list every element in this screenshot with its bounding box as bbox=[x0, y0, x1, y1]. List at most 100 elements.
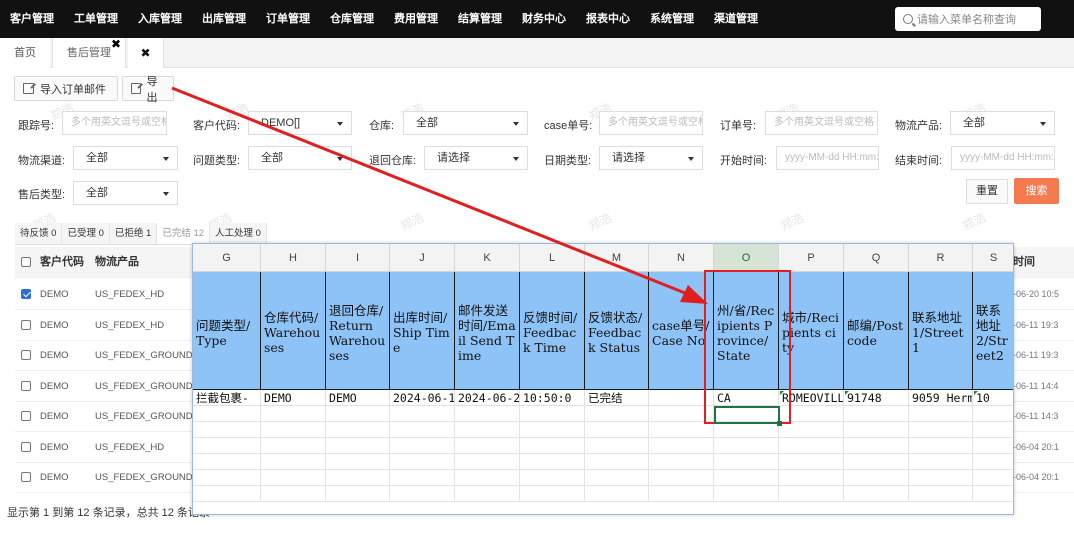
excel-header-cell: 邮件发送时间/Email Send Time bbox=[455, 272, 520, 390]
excel-data-cell: 2024-06-20 bbox=[455, 390, 520, 406]
logistics-channel-select[interactable]: 全部 bbox=[73, 146, 178, 170]
order-no-input[interactable]: 多个用英文逗号或空格 bbox=[765, 111, 878, 135]
cell-time: -06-11 19:3 bbox=[1013, 350, 1059, 360]
excel-empty-cell bbox=[973, 422, 1013, 438]
excel-header-cell: 出库时间/Ship Time bbox=[390, 272, 455, 390]
top-menu-item[interactable]: 结算管理 bbox=[448, 0, 512, 38]
aftersale-type-select[interactable]: 全部 bbox=[73, 181, 178, 205]
excel-empty-cell bbox=[193, 438, 261, 454]
cell-time: -06-20 10:5 bbox=[1013, 289, 1060, 299]
excel-empty-cell bbox=[193, 470, 261, 486]
logistics-channel-label: 物流渠道: bbox=[18, 155, 66, 167]
chevron-down-icon bbox=[163, 157, 169, 161]
excel-empty-cell bbox=[779, 470, 844, 486]
export-icon bbox=[131, 83, 141, 94]
row-checkbox[interactable] bbox=[21, 350, 31, 360]
chevron-down-icon bbox=[163, 192, 169, 196]
excel-column-letter: P bbox=[779, 244, 844, 272]
excel-empty-cell bbox=[909, 438, 973, 454]
chevron-down-icon bbox=[337, 157, 343, 161]
excel-empty-cell bbox=[326, 470, 390, 486]
top-menu-item[interactable]: 订单管理 bbox=[256, 0, 320, 38]
date-type-value: 请选择 bbox=[612, 152, 645, 164]
excel-data-cell: 91748 bbox=[844, 390, 909, 406]
excel-data-cell: 9059 Herm bbox=[909, 390, 973, 406]
cell-time: -06-11 19:3 bbox=[1013, 319, 1059, 330]
return-warehouse-label: 退回仓库: bbox=[369, 155, 417, 167]
row-checkbox[interactable] bbox=[21, 472, 31, 482]
menu-search-input[interactable]: 请输入菜单名称查询 bbox=[895, 7, 1041, 31]
excel-empty-cell bbox=[390, 470, 455, 486]
customer-code-select[interactable]: DEMO[] bbox=[248, 111, 352, 135]
excel-header-text: 反馈时间/Feedback Time bbox=[523, 310, 578, 355]
top-menu-item[interactable]: 费用管理 bbox=[384, 0, 448, 38]
search-button[interactable]: 搜索 bbox=[1014, 178, 1059, 204]
excel-empty-cell bbox=[909, 406, 973, 422]
logistics-product-select[interactable]: 全部 bbox=[950, 111, 1055, 135]
top-menu-item[interactable]: 财务中心 bbox=[512, 0, 576, 38]
excel-empty-cell bbox=[973, 454, 1013, 470]
reset-button[interactable]: 重置 bbox=[966, 179, 1008, 204]
excel-column-letter: G bbox=[193, 244, 261, 272]
excel-empty-cell bbox=[585, 406, 649, 422]
status-tab[interactable]: 已受理 0 bbox=[62, 223, 110, 244]
issue-type-value: 全部 bbox=[261, 152, 283, 164]
status-tab[interactable]: 已拒绝 1 bbox=[109, 223, 158, 244]
close-all-tabs-icon[interactable]: ✖ bbox=[128, 38, 164, 68]
watermark: 郑浩 bbox=[586, 210, 615, 234]
excel-header-text: 反馈状态/Feedback Status bbox=[588, 310, 643, 355]
top-menu-item[interactable]: 渠道管理 bbox=[704, 0, 768, 38]
excel-header-cell: 邮编/Postcode bbox=[844, 272, 909, 390]
aftersale-type-value: 全部 bbox=[86, 187, 108, 199]
row-checkbox[interactable] bbox=[21, 289, 31, 299]
end-time-input[interactable]: yyyy-MM-dd HH:mm:ss bbox=[951, 146, 1055, 170]
row-checkbox[interactable] bbox=[21, 380, 31, 391]
excel-empty-cell bbox=[973, 486, 1013, 502]
case-no-label: case单号: bbox=[544, 120, 593, 132]
top-menu-item[interactable]: 入库管理 bbox=[128, 0, 192, 38]
tab-home[interactable]: 首页 bbox=[0, 38, 50, 68]
close-tab-icon[interactable]: ✖ bbox=[111, 29, 121, 59]
row-checkbox[interactable] bbox=[21, 411, 31, 421]
excel-header-text: case单号/Case No bbox=[652, 317, 710, 348]
case-no-input[interactable]: 多个用英文逗号或空格 bbox=[599, 111, 703, 135]
tab-aftersale[interactable]: 售后管理 ✖ bbox=[52, 37, 126, 68]
excel-data-cell: 10 bbox=[973, 390, 1013, 406]
warehouse-label: 仓库: bbox=[369, 120, 395, 132]
export-button[interactable]: 导出 bbox=[122, 76, 174, 104]
status-tab[interactable]: 待反馈 0 bbox=[15, 223, 63, 244]
excel-empty-cell bbox=[973, 438, 1013, 454]
excel-empty-cell bbox=[714, 470, 779, 486]
search-icon bbox=[903, 14, 913, 24]
top-menu-item[interactable]: 报表中心 bbox=[576, 0, 640, 38]
top-menu-item[interactable]: 系统管理 bbox=[640, 0, 704, 38]
top-menu-item[interactable]: 仓库管理 bbox=[320, 0, 384, 38]
excel-header-text: 邮编/Postcode bbox=[847, 317, 904, 348]
issue-type-select[interactable]: 全部 bbox=[248, 146, 352, 170]
start-time-input[interactable]: yyyy-MM-dd HH:mm:ss bbox=[776, 146, 879, 170]
warehouse-value: 全部 bbox=[416, 117, 438, 129]
select-all-checkbox[interactable] bbox=[21, 257, 31, 267]
row-checkbox[interactable] bbox=[21, 441, 31, 452]
tracking-input[interactable]: 多个用英文逗号或空格 bbox=[62, 111, 167, 135]
excel-empty-cell bbox=[844, 470, 909, 486]
status-tab[interactable]: 已完结 12 bbox=[157, 223, 211, 244]
cell-logistics-product: US_FEDEX_HD bbox=[95, 441, 165, 453]
top-menu-item[interactable]: 出库管理 bbox=[192, 0, 256, 38]
date-type-select[interactable]: 请选择 bbox=[599, 146, 703, 170]
start-time-label: 开始时间: bbox=[720, 155, 768, 167]
warehouse-select[interactable]: 全部 bbox=[403, 111, 528, 135]
row-checkbox[interactable] bbox=[21, 319, 31, 330]
excel-empty-cell bbox=[909, 454, 973, 470]
import-order-email-button[interactable]: 导入订单邮件 bbox=[14, 76, 118, 101]
excel-empty-cell bbox=[714, 454, 779, 470]
status-tab[interactable]: 人工处理 0 bbox=[210, 223, 267, 244]
customer-code-label: 客户代码: bbox=[193, 120, 241, 132]
order-no-label: 订单号: bbox=[720, 120, 757, 132]
excel-empty-cell bbox=[779, 486, 844, 502]
return-warehouse-select[interactable]: 请选择 bbox=[424, 146, 528, 170]
excel-empty-cell bbox=[909, 486, 973, 502]
export-button-label: 导出 bbox=[146, 75, 158, 104]
excel-column-letter: L bbox=[520, 244, 585, 272]
top-menu-item[interactable]: 客户管理 bbox=[0, 0, 64, 38]
